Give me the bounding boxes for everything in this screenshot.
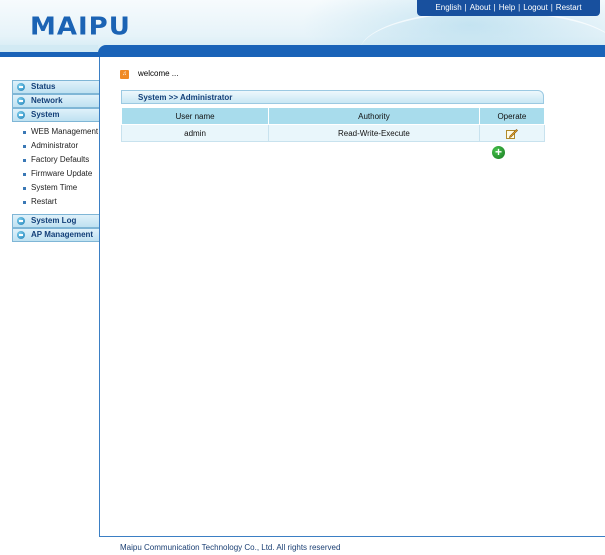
content-top-bar bbox=[98, 45, 605, 57]
sidebar-section-label: System Log bbox=[31, 216, 77, 225]
sidebar-section-label: System bbox=[31, 110, 60, 119]
sidebar-item-label: Restart bbox=[31, 197, 57, 206]
panel-header: System >> Administrator bbox=[121, 90, 544, 104]
top-navigation: English | About | Help | Logout | Restart bbox=[417, 0, 600, 16]
cell-authority: Read-Write-Execute bbox=[268, 124, 480, 142]
sidebar-item-label: Administrator bbox=[31, 141, 79, 150]
sidebar-section-network[interactable]: Network bbox=[12, 94, 100, 108]
nav-logout-link[interactable]: Logout bbox=[523, 3, 547, 12]
circle-bullet-icon bbox=[17, 217, 25, 225]
square-bullet-icon bbox=[23, 145, 26, 148]
square-bullet-icon bbox=[23, 173, 26, 176]
sidebar-item-label: WEB Management bbox=[31, 127, 99, 136]
edit-pencil-icon[interactable] bbox=[505, 128, 518, 139]
nav-english-link[interactable]: English bbox=[435, 3, 461, 12]
cell-operate bbox=[478, 124, 546, 142]
table-header-row: User name Authority Operate bbox=[120, 107, 546, 125]
nav-separator: | bbox=[464, 3, 467, 12]
circle-bullet-icon bbox=[17, 111, 25, 119]
square-bullet-icon bbox=[23, 187, 26, 190]
square-bullet-icon bbox=[23, 131, 26, 134]
sidebar-item-label: Factory Defaults bbox=[31, 155, 90, 164]
column-header-authority: Authority bbox=[268, 107, 480, 125]
nav-restart-link[interactable]: Restart bbox=[556, 3, 582, 12]
panel-title: System >> Administrator bbox=[138, 93, 233, 102]
circle-bullet-icon bbox=[17, 83, 25, 91]
sidebar-item-label: System Time bbox=[31, 183, 78, 192]
sidebar-section-label: Status bbox=[31, 82, 56, 91]
sidebar-section-system-log[interactable]: System Log bbox=[12, 214, 100, 228]
nav-separator: | bbox=[493, 3, 496, 12]
sidebar-section-label: AP Management bbox=[31, 230, 94, 239]
column-header-operate: Operate bbox=[478, 107, 546, 125]
sidebar-item-label: Firmware Update bbox=[31, 169, 93, 178]
header-gap bbox=[0, 45, 98, 52]
sidebar-section-status[interactable]: Status bbox=[12, 80, 100, 94]
nav-about-link[interactable]: About bbox=[470, 3, 491, 12]
nav-help-link[interactable]: Help bbox=[499, 3, 515, 12]
speaker-icon: ♫ bbox=[120, 70, 129, 79]
circle-bullet-icon bbox=[17, 97, 25, 105]
sidebar-section-system[interactable]: System bbox=[12, 108, 100, 122]
add-circle-icon[interactable]: + bbox=[492, 146, 505, 159]
square-bullet-icon bbox=[23, 159, 26, 162]
sidebar-section-ap-management[interactable]: AP Management bbox=[12, 228, 100, 242]
column-header-user-name: User name bbox=[120, 107, 270, 125]
nav-separator: | bbox=[550, 3, 553, 12]
circle-bullet-icon bbox=[17, 231, 25, 239]
table-row: admin Read-Write-Execute bbox=[120, 124, 546, 142]
cell-user-name: admin bbox=[120, 124, 270, 142]
administrator-table: User name Authority Operate admin Read-W… bbox=[120, 107, 546, 142]
square-bullet-icon bbox=[23, 201, 26, 204]
welcome-message: welcome ... bbox=[138, 69, 179, 78]
maipu-logo: MAIPU bbox=[30, 12, 131, 42]
sidebar-section-label: Network bbox=[31, 96, 63, 105]
footer-copyright: Maipu Communication Technology Co., Ltd.… bbox=[120, 543, 341, 552]
